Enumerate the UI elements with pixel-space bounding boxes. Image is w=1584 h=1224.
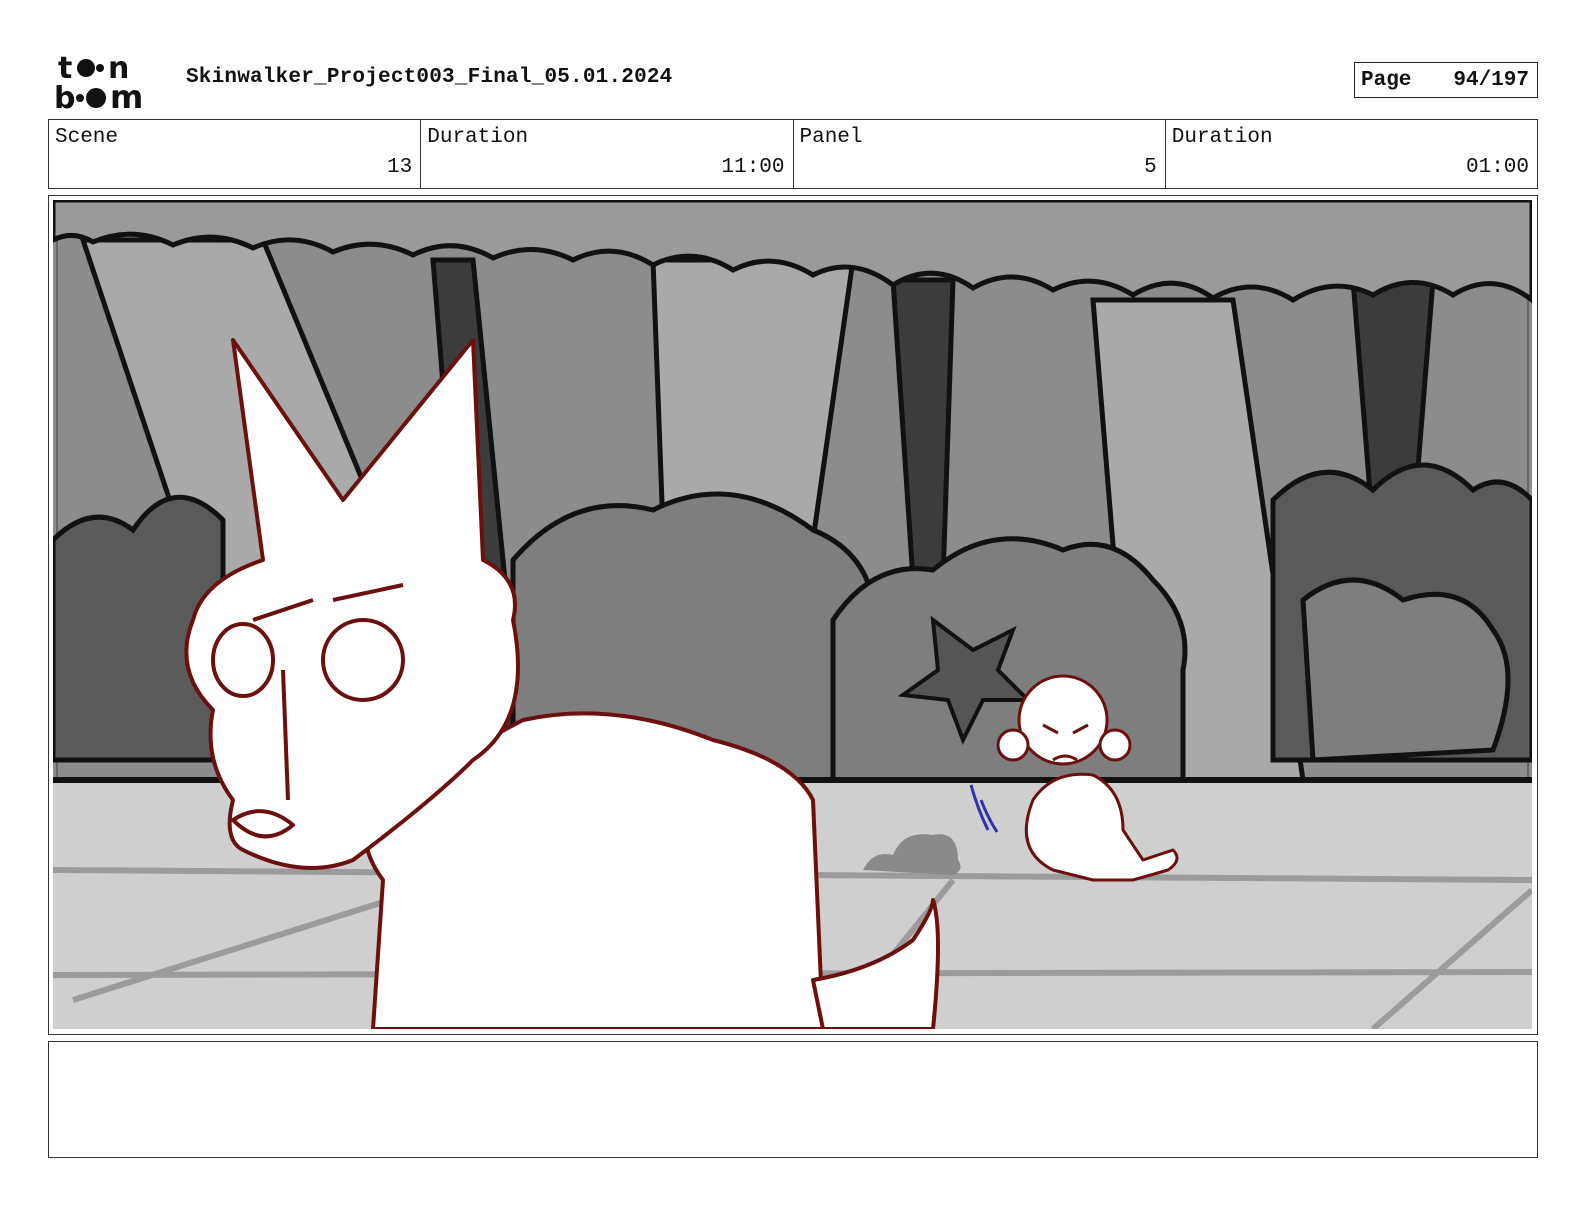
panel-value: 5 [1144,156,1157,179]
storyboard-panel-frame [48,195,1538,1035]
panel-notes-box [48,1041,1538,1158]
page-number: 94/197 [1453,68,1529,92]
panel-duration-label: Duration [1171,126,1273,149]
panel-duration-value: 01:00 [1465,156,1529,179]
scene-info-table: Scene 13 Duration 11:00 Panel 5 Duration… [48,119,1538,189]
project-title: Skinwalker_Project003_Final_05.01.2024 [186,66,673,89]
page-label: Page [1361,68,1412,92]
panel-label: Panel [799,126,863,149]
toon-boom-logo: t n b m [54,51,143,112]
storyboard-panel-image [53,200,1532,1029]
page-indicator: Page 94/197 [1354,62,1538,98]
scene-label: Scene [55,126,119,149]
scene-duration-cell: Duration 11:00 [421,120,794,188]
panel-duration-cell: Duration 01:00 [1166,120,1537,188]
panel-cell: Panel 5 [794,120,1166,188]
scene-cell: Scene 13 [49,120,422,188]
scene-duration-value: 11:00 [721,156,785,179]
svg-text:b: b [54,81,75,112]
scene-value: 13 [387,156,413,179]
scene-duration-label: Duration [427,126,529,149]
svg-text:m: m [110,78,143,112]
